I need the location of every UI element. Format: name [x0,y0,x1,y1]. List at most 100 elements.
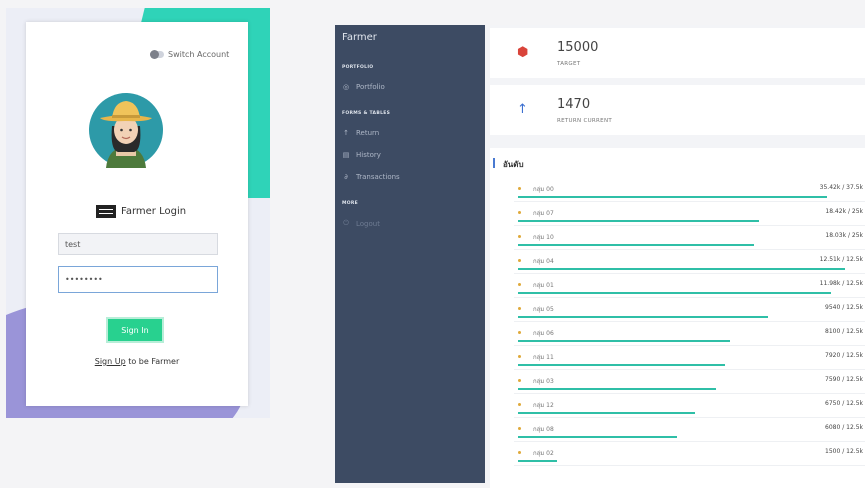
sidebar-item-label: Logout [356,219,380,228]
row-divider [514,417,865,418]
progress-bar [518,316,768,318]
brand-title: Farmer [342,32,377,43]
row-divider [514,297,865,298]
row-divider [514,369,865,370]
row-divider [514,249,865,250]
bullet-icon [518,211,521,214]
group-value: 1500 / 12.5k [825,448,863,455]
return-label: RETURN CURRENT [557,118,613,124]
sign-in-button[interactable]: Sign In [108,319,162,341]
group-value: 12.51k / 12.5k [819,256,863,263]
group-value: 6080 / 12.5k [825,424,863,431]
progress-bar [518,412,695,414]
progress-bar [518,460,557,462]
group-value: 7590 / 12.5k [825,376,863,383]
list-item: กลุ่ม 11 7920 / 12.5k [514,350,865,374]
group-value: 35.42k / 37.5k [819,184,863,191]
progress-bar [518,364,725,366]
progress-bar [518,244,754,246]
progress-bar [518,388,716,390]
progress-bar [518,340,730,342]
group-value: 6750 / 12.5k [825,400,863,407]
sidebar-item-history[interactable]: ▤ History [342,151,381,159]
sidebar: Farmer PORTFOLIO ◎ Portfolio FORMS & TAB… [335,25,485,483]
login-title-text: Farmer Login [121,206,187,217]
section-more: MORE [342,201,359,206]
list-item: กลุ่ม 01 11.98k / 12.5k [514,278,865,302]
group-name: กลุ่ม 10 [533,234,554,241]
group-name: กลุ่ม 07 [533,210,554,217]
sidebar-item-logout[interactable]: ⏻ Logout [342,219,380,228]
sidebar-item-portfolio[interactable]: ◎ Portfolio [342,83,385,91]
farmer-avatar [89,93,163,168]
bullet-icon [518,451,521,454]
toggle-icon[interactable] [150,50,164,59]
stat-card-target: ⬢ 15000 TARGET [490,28,865,78]
stat-card-return: ↑ 1470 RETURN CURRENT [490,85,865,135]
group-value: 7920 / 12.5k [825,352,863,359]
bullet-icon [518,283,521,286]
progress-bar [518,268,845,270]
bullet-icon [518,379,521,382]
group-name: กลุ่ม 08 [533,426,554,433]
login-title: Farmer Login [96,205,186,218]
ranking-header: อันดับ [493,158,524,169]
progress-bar [518,436,677,438]
switch-account-label: Switch Account [168,50,230,59]
arrow-up-icon: ↑ [343,129,349,137]
section-portfolio: PORTFOLIO [342,65,374,70]
group-value: 18.03k / 25k [825,232,863,239]
signup-text: Sign Up to be Farmer [26,357,248,366]
power-icon: ⏻ [343,219,349,227]
login-card: Switch Account Farmer Login Sign In Sign… [26,22,248,406]
list-item: กลุ่ม 05 9540 / 12.5k [514,302,865,326]
group-name: กลุ่ม 01 [533,282,554,289]
row-divider [514,345,865,346]
group-name: กลุ่ม 05 [533,306,554,313]
progress-bar [518,220,759,222]
sidebar-item-label: History [356,151,381,159]
return-value: 1470 [557,97,591,112]
target-value: 15000 [557,40,599,55]
group-value: 9540 / 12.5k [825,304,863,311]
sidebar-item-return[interactable]: ↑ Return [342,129,379,137]
bullet-icon [518,307,521,310]
group-name: กลุ่ม 06 [533,330,554,337]
switch-account-toggle[interactable]: Switch Account [150,50,229,59]
sidebar-item-label: Return [356,129,380,137]
row-divider [514,273,865,274]
list-item: กลุ่ม 12 6750 / 12.5k [514,398,865,422]
list-item: กลุ่ม 00 35.42k / 37.5k [514,182,865,206]
group-value: 18.42k / 25k [825,208,863,215]
signup-suffix: to be Farmer [125,357,180,366]
link-icon: ∂ [344,173,348,181]
group-name: กลุ่ม 04 [533,258,554,265]
bullet-icon [518,427,521,430]
list-item: กลุ่ม 07 18.42k / 25k [514,206,865,230]
dashboard-main: ⬢ 15000 TARGET ↑ 1470 RETURN CURRENT อัน… [486,25,865,488]
list-item: กลุ่ม 04 12.51k / 12.5k [514,254,865,278]
sign-up-link[interactable]: Sign Up [95,357,126,366]
list-item: กลุ่ม 03 7590 / 12.5k [514,374,865,398]
password-input[interactable] [58,266,218,293]
sidebar-item-transactions[interactable]: ∂ Transactions [342,173,400,181]
row-divider [514,201,865,202]
row-divider [514,393,865,394]
document-icon: ▤ [342,151,350,159]
row-divider [514,441,865,442]
group-name: กลุ่ม 02 [533,450,554,457]
list-item: กลุ่ม 08 6080 / 12.5k [514,422,865,446]
sidebar-item-label: Portfolio [356,83,385,91]
row-divider [514,321,865,322]
group-name: กลุ่ม 11 [533,354,554,361]
group-name: กลุ่ม 00 [533,186,554,193]
row-divider [514,465,865,466]
list-item: กลุ่ม 02 1500 / 12.5k [514,446,865,470]
row-divider [514,225,865,226]
cube-icon: ⬢ [517,45,529,60]
bullet-icon [518,355,521,358]
bullet-icon [518,259,521,262]
username-input[interactable] [58,233,218,255]
progress-bar [518,292,831,294]
group-value: 11.98k / 12.5k [819,280,863,287]
